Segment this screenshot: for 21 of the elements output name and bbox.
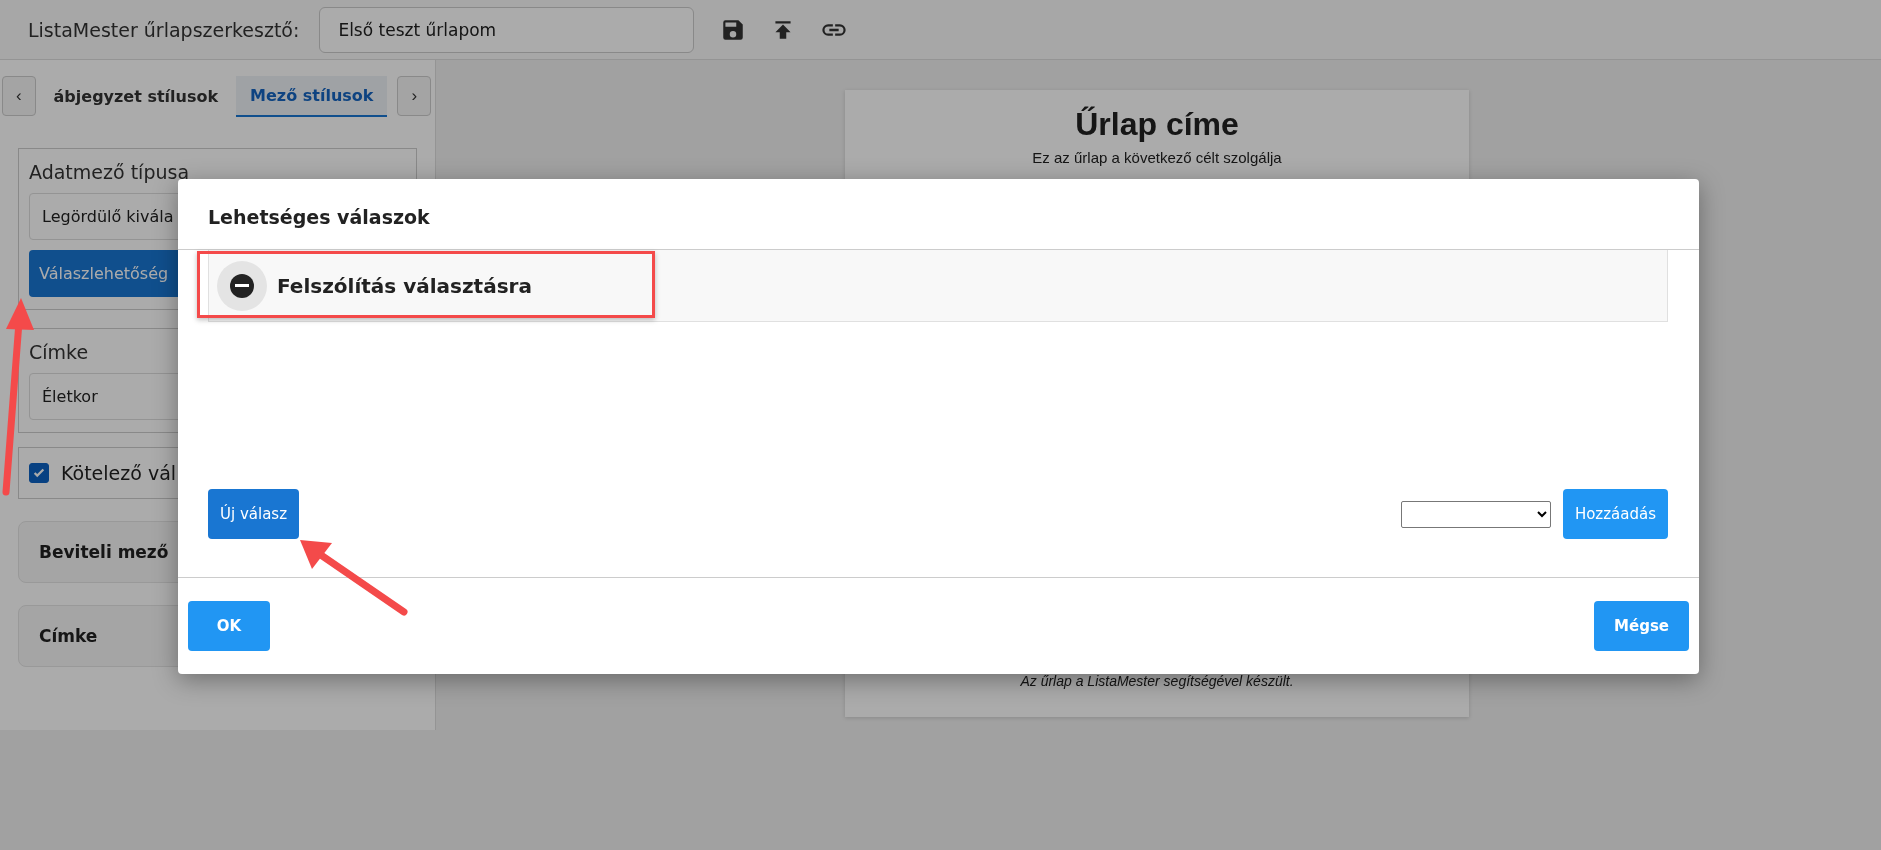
style-tab[interactable]: Mező stílusok [236, 75, 388, 117]
answer-option-label: Felszólítás választásra [277, 273, 532, 298]
form-description: Ez az űrlap a következő célt szolgálja [1032, 149, 1282, 166]
ok-button[interactable]: OK [188, 601, 270, 651]
dialog-title: Lehetséges válaszok [208, 206, 430, 228]
previous-tab-button[interactable]: ‹ [2, 76, 36, 116]
cancel-button[interactable]: Mégse [1594, 601, 1689, 651]
app-title: ListaMester űrlapszerkesztő: [28, 18, 300, 41]
next-tab-button[interactable]: › [397, 76, 431, 116]
add-button[interactable]: Hozzáadás [1562, 489, 1668, 539]
check-icon [32, 466, 46, 480]
label-heading: Címke [29, 341, 90, 363]
answer-select[interactable] [1400, 500, 1551, 528]
form-title: Űrlap címe [1075, 106, 1239, 143]
style-tab[interactable]: ábjegyzet stílusok [45, 76, 227, 116]
field-type-label: Adatmező típusa [29, 161, 191, 183]
required-checkbox[interactable] [29, 463, 49, 483]
new-answer-button[interactable]: Új válasz [208, 489, 300, 539]
form-footer-note: Az űrlap a ListaMester segítségével készült. [1020, 673, 1294, 689]
form-name-field[interactable]: Első teszt űrlapom [319, 6, 695, 53]
required-label: Kötelező vál [61, 462, 177, 484]
